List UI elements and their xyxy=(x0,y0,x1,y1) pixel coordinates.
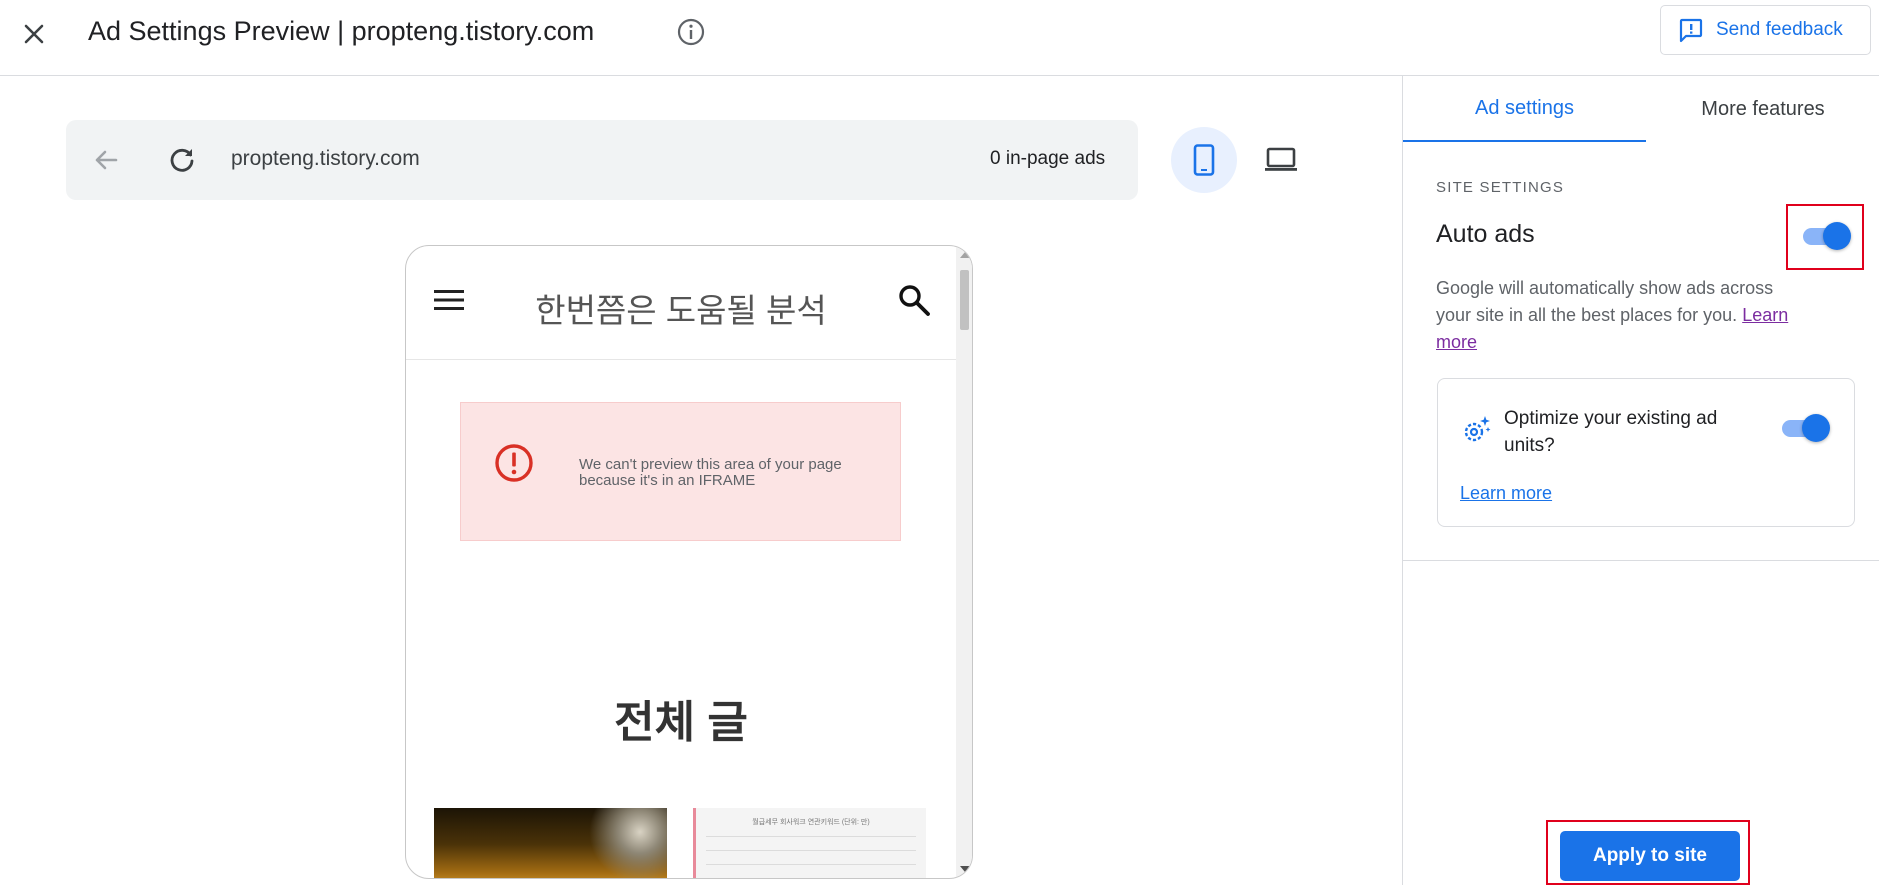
top-bar: Ad Settings Preview | propteng.tistory.c… xyxy=(0,0,1879,76)
close-icon xyxy=(24,24,44,44)
panel-divider xyxy=(1403,560,1879,561)
auto-ads-toggle[interactable] xyxy=(1801,222,1851,250)
auto-ads-label: Auto ads xyxy=(1436,220,1535,248)
post-thumbnail-table[interactable]: 월급세무 회사워크 연관키워드 (단위: 만) xyxy=(693,808,926,879)
mobile-preview-frame[interactable]: 한번쯤은 도움될 분석 We can't preview this area o… xyxy=(405,245,973,879)
preview-url: propteng.tistory.com xyxy=(231,147,420,170)
toggle-knob xyxy=(1823,222,1851,250)
reload-icon[interactable] xyxy=(164,142,200,178)
post-thumbnail-night[interactable] xyxy=(434,808,667,878)
auto-ads-description-text: Google will automatically show ads acros… xyxy=(1436,278,1774,325)
optimize-ad-units-label: Optimize your existing ad units? xyxy=(1504,408,1718,456)
close-button[interactable] xyxy=(14,14,54,54)
settings-panel: Ad settings More features SITE SETTINGS … xyxy=(1402,76,1879,885)
blog-title[interactable]: 한번쯤은 도움될 분석 xyxy=(406,284,956,332)
tab-more-features[interactable]: More features xyxy=(1646,76,1879,142)
iframe-placeholder: We can't preview this area of your page … xyxy=(460,402,901,541)
optimize-ad-units-card: Optimize your existing ad units? Learn m… xyxy=(1437,378,1855,527)
apply-to-site-button[interactable]: Apply to site xyxy=(1560,831,1740,881)
mobile-device-toggle[interactable] xyxy=(1171,127,1237,193)
optimize-learn-more-link[interactable]: Learn more xyxy=(1460,483,1552,503)
error-icon xyxy=(495,444,533,482)
scroll-up-arrow[interactable] xyxy=(960,252,970,258)
scroll-thumb[interactable] xyxy=(960,270,969,330)
laptop-icon xyxy=(1265,147,1297,171)
optimize-learn-more-wrap: Learn more xyxy=(1460,483,1552,504)
site-settings-label: SITE SETTINGS xyxy=(1436,179,1565,196)
feedback-icon xyxy=(1679,18,1703,43)
section-heading: 전체 글 xyxy=(614,698,748,747)
auto-optimize-gear-icon xyxy=(1464,416,1491,442)
preview-scrollbar[interactable] xyxy=(956,246,972,878)
smartphone-icon xyxy=(1193,144,1215,176)
tab-ad-settings[interactable]: Ad settings xyxy=(1403,76,1646,142)
optimize-ad-units-toggle[interactable] xyxy=(1780,414,1830,442)
page-title: Ad Settings Preview | propteng.tistory.c… xyxy=(88,16,595,46)
search-icon[interactable] xyxy=(896,282,932,318)
toggle-knob xyxy=(1802,414,1830,442)
table-line xyxy=(706,878,916,879)
preview-url-bar xyxy=(66,120,1138,200)
table-line xyxy=(706,864,916,865)
blog-header: 한번쯤은 도움될 분석 xyxy=(406,246,956,360)
send-feedback-label: Send feedback xyxy=(1716,19,1843,40)
table-line xyxy=(706,850,916,851)
desktop-device-toggle[interactable] xyxy=(1248,127,1314,193)
info-icon[interactable] xyxy=(676,17,706,47)
back-arrow-icon[interactable] xyxy=(88,142,124,178)
thumbnail-caption: 월급세무 회사워크 연관키워드 (단위: 만) xyxy=(752,819,870,826)
send-feedback-button[interactable]: Send feedback xyxy=(1660,5,1871,55)
table-line xyxy=(706,836,916,837)
auto-ads-description: Google will automatically show ads acros… xyxy=(1436,275,1796,356)
scroll-down-arrow[interactable] xyxy=(960,866,970,872)
in-page-ads-count: 0 in-page ads xyxy=(990,148,1106,169)
thumbnail-tree xyxy=(577,808,667,878)
iframe-message: We can't preview this area of your page … xyxy=(579,456,842,489)
